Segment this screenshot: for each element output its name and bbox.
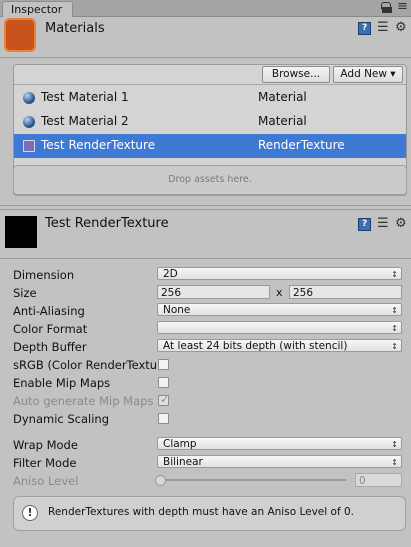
- dynamic-scaling-checkbox[interactable]: [158, 413, 169, 424]
- enable-mip-maps-checkbox[interactable]: [158, 377, 169, 388]
- gear-icon[interactable]: ⚙: [395, 217, 408, 230]
- item-name: Test RenderTexture: [41, 138, 156, 152]
- divider: [0, 209, 411, 210]
- render-texture-title: Test RenderTexture: [45, 216, 169, 231]
- anti-aliasing-label: Anti-Aliasing: [13, 304, 85, 318]
- dimension-dropdown[interactable]: 2D: [157, 267, 402, 281]
- info-icon: !: [22, 505, 38, 521]
- anti-aliasing-dropdown[interactable]: None: [157, 303, 402, 317]
- size-width-field[interactable]: 256: [157, 285, 270, 299]
- help-box: ! RenderTextures with depth must have an…: [13, 496, 406, 531]
- render-texture-icon: [23, 140, 35, 152]
- depth-buffer-dropdown[interactable]: At least 24 bits depth (with stencil): [157, 339, 402, 353]
- item-type: RenderTexture: [258, 138, 345, 152]
- tab-menu-icon[interactable]: ≡: [397, 0, 408, 14]
- render-texture-thumbnail: [5, 216, 37, 248]
- divider: [0, 258, 411, 259]
- add-new-button[interactable]: Add New ▾: [333, 66, 403, 83]
- aniso-level-slider: [158, 479, 346, 481]
- wrap-mode-label: Wrap Mode: [13, 438, 78, 452]
- help-box-message: RenderTextures with depth must have an A…: [48, 506, 354, 518]
- gear-icon[interactable]: ⚙: [395, 21, 408, 34]
- size-separator: x: [276, 286, 283, 299]
- size-label: Size: [13, 286, 37, 300]
- filter-mode-label: Filter Mode: [13, 456, 77, 470]
- browse-button[interactable]: Browse...: [262, 66, 330, 83]
- item-type: Material: [258, 114, 307, 128]
- materials-asset-icon: [4, 18, 36, 52]
- auto-generate-mip-maps-checkbox: [158, 393, 169, 406]
- color-format-dropdown[interactable]: [157, 321, 402, 335]
- enable-mip-maps-label: Enable Mip Maps: [13, 376, 111, 390]
- preset-sliders-icon[interactable]: ☰: [377, 217, 390, 230]
- list-item-selected[interactable]: Test RenderTexture RenderTexture: [14, 134, 406, 158]
- wrap-mode-dropdown[interactable]: Clamp: [157, 437, 402, 451]
- tab-inspector[interactable]: Inspector: [2, 1, 74, 17]
- item-type: Material: [258, 90, 307, 104]
- help-book-icon[interactable]: [358, 22, 371, 35]
- list-rows: Test Material 1 Material Test Material 2…: [14, 86, 406, 158]
- filter-mode-dropdown[interactable]: Bilinear: [157, 455, 402, 469]
- header-title: Materials: [45, 21, 105, 36]
- depth-buffer-label: Depth Buffer: [13, 340, 87, 354]
- material-sphere-icon: [23, 116, 35, 128]
- color-format-label: Color Format: [13, 322, 88, 336]
- divider: [0, 57, 411, 58]
- list-item[interactable]: Test Material 2 Material: [14, 110, 406, 134]
- divider: [14, 84, 406, 85]
- auto-generate-mip-maps-label: Auto generate Mip Maps: [13, 394, 154, 408]
- divider: [0, 205, 411, 206]
- list-item[interactable]: Test Material 1 Material: [14, 86, 406, 110]
- material-sphere-icon: [23, 92, 35, 104]
- size-height-field[interactable]: 256: [289, 285, 402, 299]
- help-book-icon[interactable]: [358, 218, 371, 231]
- dynamic-scaling-label: Dynamic Scaling: [13, 412, 110, 426]
- srgb-checkbox[interactable]: [158, 359, 169, 370]
- aniso-level-label: Aniso Level: [13, 474, 79, 488]
- item-name: Test Material 2: [41, 114, 129, 128]
- item-name: Test Material 1: [41, 90, 129, 104]
- aniso-level-field: 0: [355, 473, 402, 487]
- lock-icon-body[interactable]: [382, 7, 392, 13]
- drop-area[interactable]: Drop assets here.: [13, 165, 407, 195]
- srgb-label: sRGB (Color RenderTextu: [13, 358, 156, 372]
- preset-sliders-icon[interactable]: ☰: [377, 21, 390, 34]
- aniso-level-slider-knob: [155, 475, 166, 486]
- dimension-label: Dimension: [13, 268, 75, 282]
